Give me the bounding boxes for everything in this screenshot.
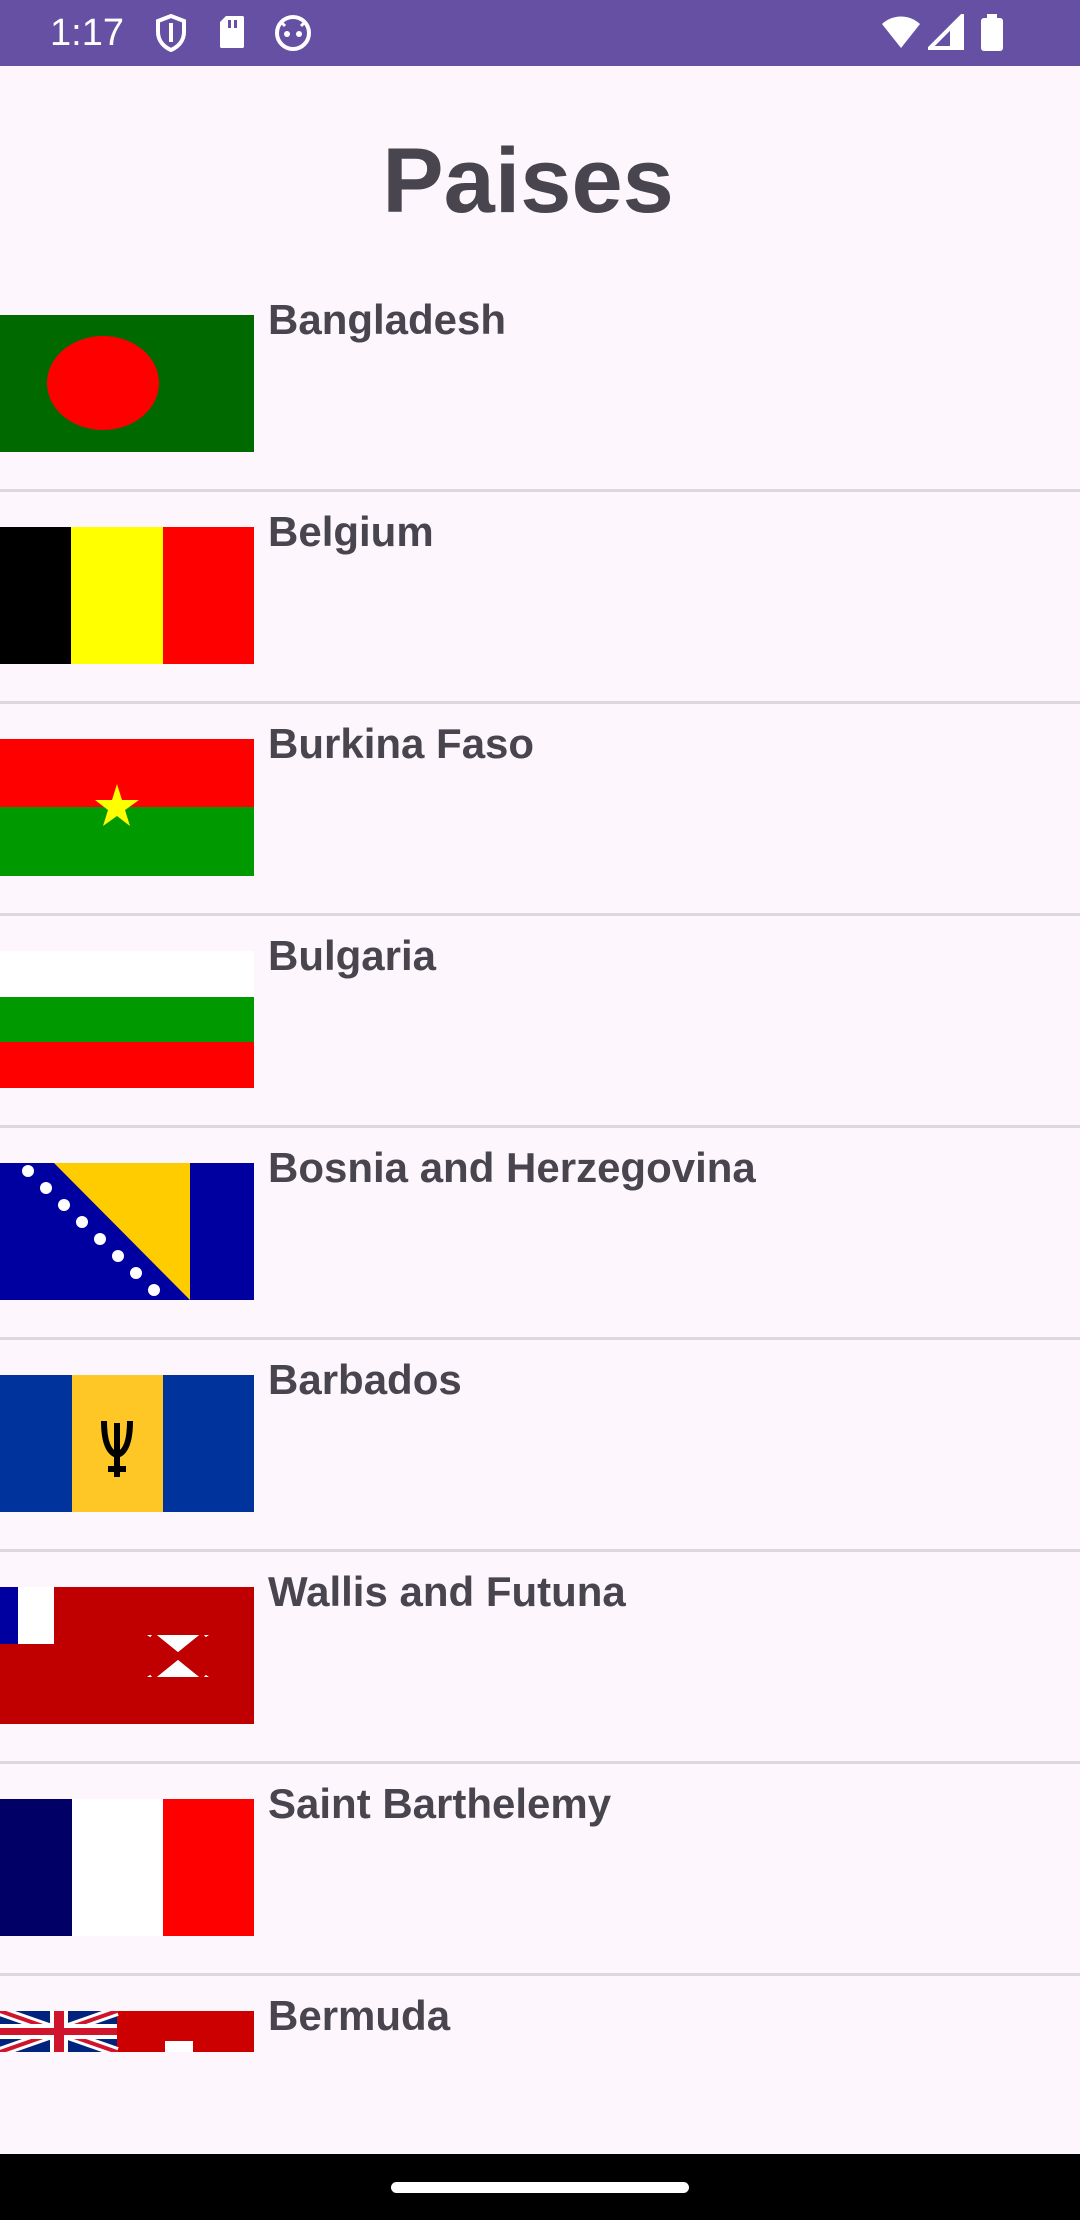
- country-name: Saint Barthelemy: [268, 1780, 612, 1827]
- saint-barthelemy-flag: [0, 1799, 254, 1936]
- wallis-futuna-flag: [0, 1587, 254, 1724]
- status-bar: 1:17: [0, 0, 1080, 66]
- bermuda-flag: [0, 2011, 254, 2052]
- signal-icon: [925, 11, 964, 55]
- burkina-faso-flag: [0, 739, 254, 876]
- page-title: Paises: [382, 130, 674, 232]
- battery-icon: [980, 14, 1004, 57]
- country-name: Wallis and Futuna: [268, 1568, 626, 1615]
- bangladesh-flag: [0, 315, 254, 452]
- list-item[interactable]: Saint Barthelemy: [0, 1764, 1080, 1976]
- country-name: Belgium: [268, 508, 434, 555]
- country-name: Bosnia and Herzegovina: [268, 1144, 756, 1191]
- bosnia-flag: [0, 1163, 254, 1300]
- navigation-bar: [0, 2154, 1080, 2220]
- shield-icon: [155, 13, 187, 57]
- android-icon: [274, 14, 312, 57]
- list-item[interactable]: Barbados: [0, 1340, 1080, 1552]
- status-time: 1:17: [50, 12, 124, 54]
- list-item[interactable]: Bosnia and Herzegovina: [0, 1128, 1080, 1340]
- bulgaria-flag: [0, 951, 254, 1088]
- barbados-flag: [0, 1375, 254, 1512]
- home-gesture-handle[interactable]: [391, 2182, 689, 2193]
- country-list[interactable]: Bangladesh Belgium Burkina Faso Bulgaria…: [0, 280, 1080, 2154]
- country-name: Burkina Faso: [268, 720, 535, 767]
- country-name: Barbados: [268, 1356, 462, 1403]
- list-item[interactable]: Belgium: [0, 492, 1080, 704]
- sd-card-icon: [218, 14, 246, 55]
- list-item[interactable]: Bulgaria: [0, 916, 1080, 1128]
- list-item[interactable]: Burkina Faso: [0, 704, 1080, 916]
- list-item[interactable]: Wallis and Futuna: [0, 1552, 1080, 1764]
- list-item[interactable]: Bermuda: [0, 1976, 1080, 2154]
- list-item[interactable]: Bangladesh: [0, 280, 1080, 492]
- app-content: Paises Bangladesh Belgium Burkina Faso B…: [0, 66, 1080, 2154]
- country-name: Bulgaria: [268, 932, 437, 979]
- belgium-flag: [0, 527, 254, 664]
- country-name: Bermuda: [268, 1992, 451, 2039]
- wifi-icon: [880, 14, 922, 55]
- country-name: Bangladesh: [268, 296, 507, 343]
